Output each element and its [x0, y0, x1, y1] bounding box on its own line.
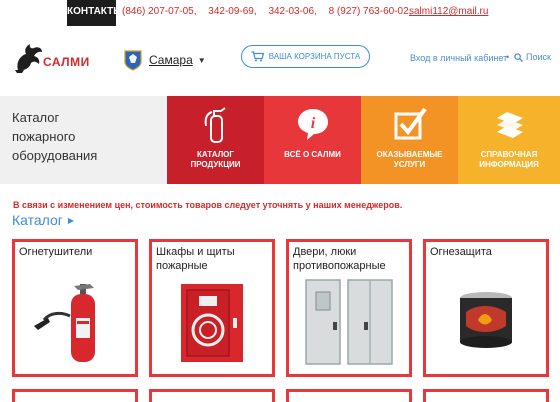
phone-number[interactable]: 342-09-69, [208, 6, 256, 17]
card-title[interactable]: Огнезащита [430, 245, 492, 259]
catalog-heading[interactable]: Каталог ▶ [12, 212, 74, 228]
banner-title-line: Каталог [12, 110, 60, 125]
banner-title: Каталог пожарного оборудования [12, 108, 162, 165]
city-name[interactable]: Самара [149, 53, 193, 67]
tile-services[interactable]: ОКАЗЫВАЕМЫЕ УСЛУГИ [361, 96, 458, 184]
banner-title-line: пожарного [12, 129, 76, 144]
chevron-right-icon: ▶ [67, 215, 75, 225]
card-title[interactable]: Огнетушители [19, 245, 92, 259]
fire-door-image [305, 279, 393, 365]
catalog-card[interactable]: Шкафы и щиты пожарные [149, 239, 275, 377]
extinguisher-image [34, 284, 95, 362]
catalog-card-partial[interactable] [149, 389, 275, 402]
card-title-line: противопожарные [293, 260, 386, 272]
tile-about[interactable]: i ВСЁ О САЛМИ [264, 96, 361, 184]
search-link[interactable]: Поиск [514, 52, 551, 62]
phone-number[interactable]: 8 (927) 763-60-02, [329, 6, 412, 17]
phone-list: (846) 207-07-05, 342-09-69, 342-03-06, 8… [122, 6, 420, 17]
catalog-card-partial[interactable] [286, 389, 412, 402]
card-title[interactable]: Шкафы и щиты пожарные [156, 245, 235, 273]
city-selector[interactable]: Самара ▼ [123, 49, 206, 71]
tile-label: КАТАЛОГ ПРОДУКЦИИ [190, 150, 241, 169]
logo-text[interactable]: САЛМИ [43, 55, 90, 69]
banner-title-line: оборудования [12, 148, 98, 163]
card-title-line: Двери, люки [293, 246, 357, 258]
contacts-bar: КОНТАКТЫ: (846) 207-07-05, 342-09-69, 34… [0, 0, 560, 26]
fire-extinguisher-icon [204, 107, 226, 143]
tile-reference[interactable]: СПРАВОЧНАЯ ИНФОРМАЦИЯ [458, 96, 560, 184]
phone-number[interactable]: 342-03-06, [268, 6, 316, 17]
fire-protection-can-image [460, 292, 512, 348]
catalog-card-partial[interactable] [12, 389, 138, 402]
tile-label: СПРАВОЧНАЯ ИНФОРМАЦИЯ [479, 150, 539, 169]
books-icon [497, 112, 523, 138]
card-title-line: пожарные [156, 260, 208, 272]
info-bubble-icon: i [297, 109, 328, 140]
login-link[interactable]: Вход в личный кабинет [410, 53, 507, 63]
catalog-heading-text[interactable]: Каталог [12, 212, 63, 228]
tile-label: ОКАЗЫВАЕМЫЕ УСЛУГИ [376, 150, 443, 169]
price-notice: В связи с изменением цен, стоимость това… [13, 200, 403, 210]
tile-catalog[interactable]: КАТАЛОГ ПРОДУКЦИИ [167, 96, 264, 184]
chevron-down-icon[interactable]: ▼ [198, 56, 206, 65]
cart-label: ВАША КОРЗИНА ПУСТА [268, 52, 361, 61]
fire-cabinet-image [181, 284, 243, 362]
catalog-card-partial[interactable] [423, 389, 549, 402]
griffin-logo-icon [15, 44, 42, 73]
catalog-card[interactable]: Огнезащита [423, 239, 549, 377]
separator-dot: • [506, 52, 510, 62]
email-link[interactable]: salmi112@mail.ru [409, 6, 488, 17]
contacts-label: КОНТАКТЫ: [67, 0, 126, 26]
checkbox-icon [394, 107, 427, 140]
search-icon [514, 52, 523, 62]
card-title-line: Шкафы и щиты [156, 246, 235, 258]
region-emblem-icon [124, 50, 142, 71]
cart-icon [251, 51, 264, 62]
svg-text:i: i [310, 115, 315, 132]
catalog-card[interactable]: Двери, люки противопожарные [286, 239, 412, 377]
tile-label: ВСЁ О САЛМИ [284, 150, 341, 159]
card-title[interactable]: Двери, люки противопожарные [293, 245, 386, 273]
cart-button[interactable]: ВАША КОРЗИНА ПУСТА [241, 45, 370, 68]
search-label: Поиск [526, 52, 551, 62]
catalog-card[interactable]: Огнетушители [12, 239, 138, 377]
phone-number[interactable]: (846) 207-07-05, [122, 6, 197, 17]
